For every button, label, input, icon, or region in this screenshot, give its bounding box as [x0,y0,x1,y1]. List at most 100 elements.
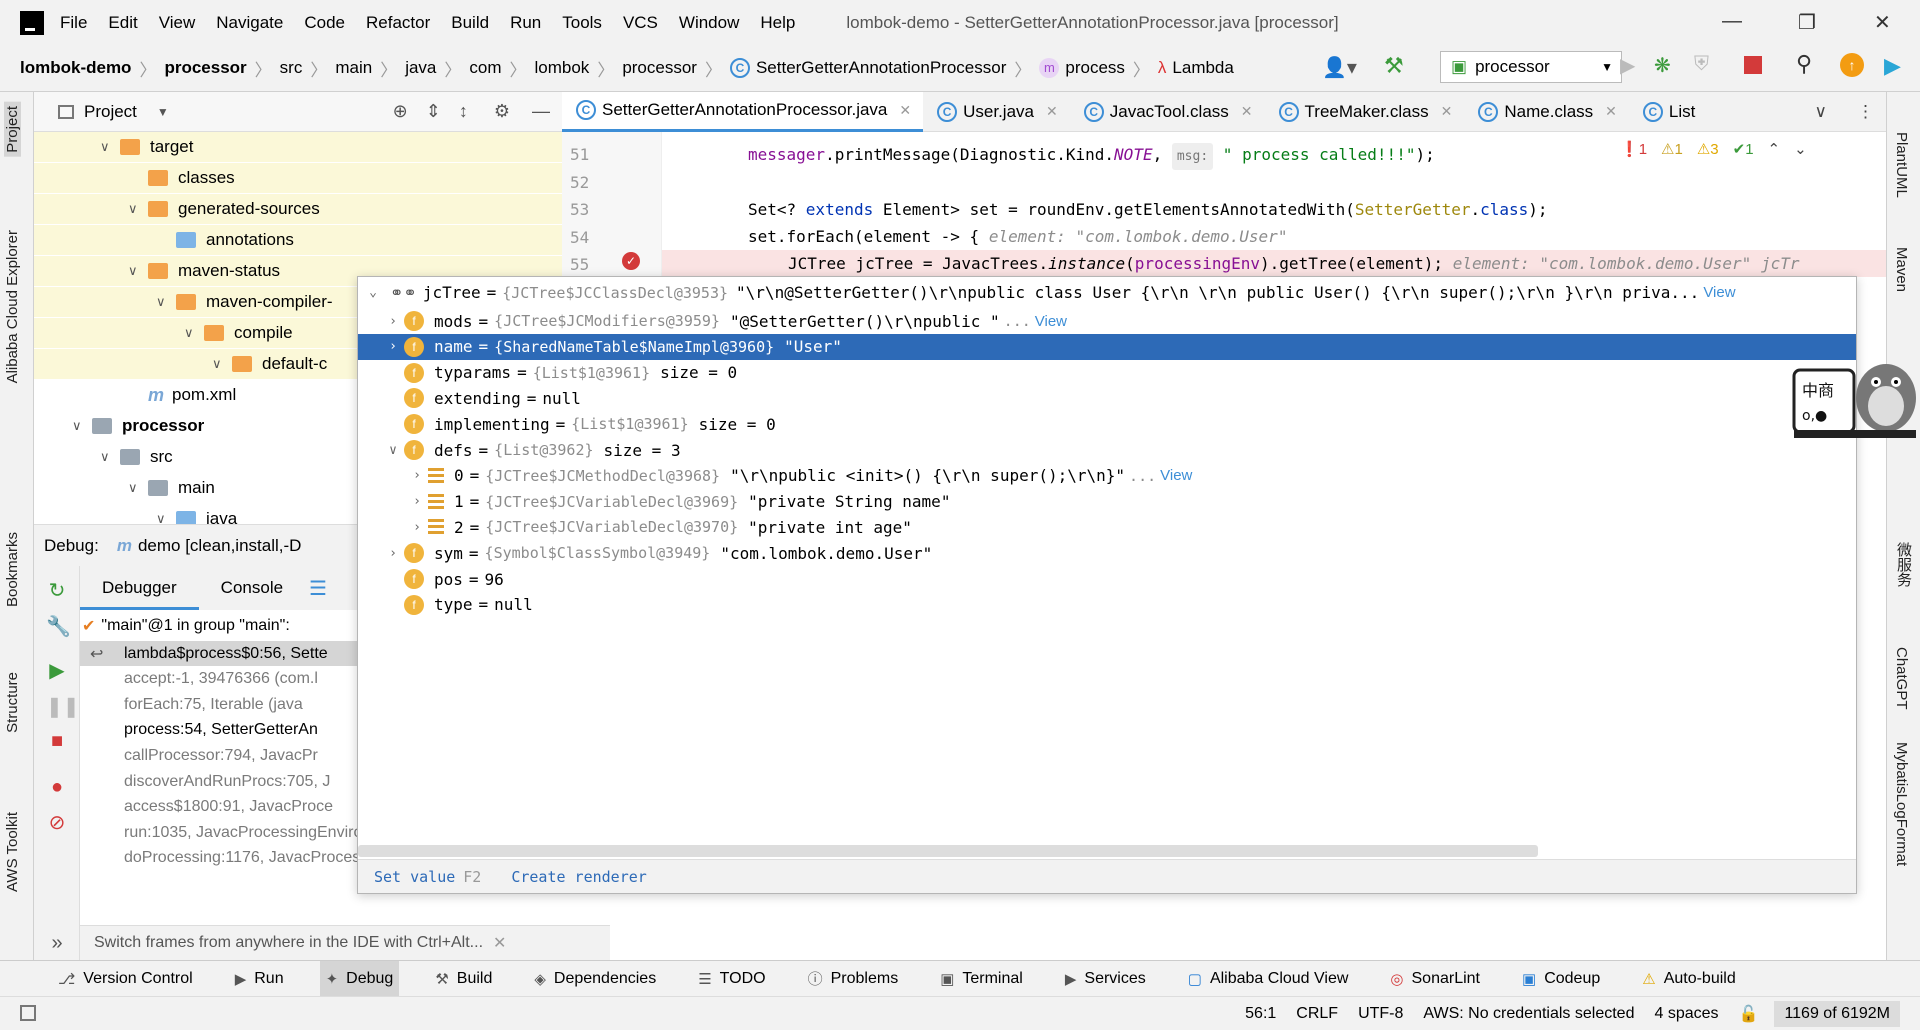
close-icon[interactable]: ✕ [493,933,506,953]
chevron-down-icon[interactable]: ▼ [157,105,169,119]
chevron-down-icon[interactable]: ∨ [100,449,120,465]
breadcrumb-src[interactable]: src [280,58,303,78]
close-tab-icon[interactable]: ✕ [1046,103,1058,120]
tab-debugger[interactable]: Debugger [80,566,199,610]
tree-item[interactable]: ∨ target [34,132,562,162]
toolwindow-codeup[interactable]: ▣ Codeup [1516,961,1606,997]
toolwindow-dependencies[interactable]: ◈ Dependencies [528,961,662,997]
menu-build[interactable]: Build [451,13,489,33]
coverage-icon[interactable]: ⛨ [1694,53,1709,76]
tree-item[interactable]: ∨ generated-sources [34,194,562,224]
collapse-all-icon[interactable]: ↕ [459,101,468,122]
chevron-right-icon[interactable]: › [406,468,428,483]
variable-row[interactable]: f type = null [358,592,1856,618]
chevron-right-icon[interactable]: › [382,546,404,561]
view-breakpoints-icon[interactable]: ● [46,776,68,798]
variable-row[interactable]: f extending = null [358,385,1856,411]
breadcrumb-processor[interactable]: processor [622,58,697,78]
more-icon[interactable]: » [46,932,68,954]
variable-row[interactable]: f pos = 96 [358,566,1856,592]
debug-config-tab[interactable]: demo [clean,install,-D [138,536,301,556]
toolwindow-run[interactable]: ▶ Run [229,961,290,997]
chevron-down-icon[interactable]: ⌄ [362,285,384,300]
variable-row[interactable]: › 1 = {JCTree$JCVariableDecl@3969} "private … [358,489,1856,515]
tab-structure[interactable]: Structure [4,672,21,733]
chevron-down-icon[interactable]: ∨ [72,418,92,434]
pause-icon[interactable]: ❚❚ [46,696,80,718]
tab-aws-toolkit[interactable]: AWS Toolkit [4,812,21,892]
toolwindow-debug[interactable]: ✦ Debug [319,960,400,997]
expand-all-icon[interactable]: ⇕ [426,101,441,122]
toolwindow-todo[interactable]: ☰ TODO [692,961,771,997]
update-icon[interactable]: ↑ [1840,53,1864,77]
editor-tab[interactable]: C TreeMaker.class ✕ [1265,92,1465,132]
menu-tools[interactable]: Tools [562,13,602,33]
breadcrumb-com[interactable]: com [469,58,501,78]
run-icon[interactable]: ▶ [1620,53,1635,78]
build-hammer-icon[interactable]: ⚒ [1384,53,1404,79]
view-link[interactable]: View [1703,284,1735,301]
close-tab-icon[interactable]: ✕ [899,102,911,119]
close-tab-icon[interactable]: ✕ [1605,103,1617,120]
tab-bookmarks[interactable]: Bookmarks [4,532,21,607]
view-link[interactable]: View [1035,313,1067,330]
variable-row[interactable]: ∨ f defs = {List@3962} size = 3 [358,437,1856,463]
more-menu-icon[interactable]: ⋮ [1857,102,1874,122]
close-tab-icon[interactable]: ✕ [1241,103,1253,120]
chevron-down-icon[interactable]: ∨ [100,139,120,155]
project-title[interactable]: Project [84,102,137,122]
memory-indicator[interactable]: 1169 of 6192M [1774,1000,1900,1027]
breadcrumb-method[interactable]: process [1065,58,1125,78]
settings-wrench-icon[interactable]: 🔧 [46,616,71,638]
variable-row[interactable]: f implementing = {List$1@3961} size = 0 [358,411,1856,437]
chevron-down-icon[interactable]: ∨ [128,201,148,217]
line-separator[interactable]: CRLF [1296,1005,1338,1023]
search-icon[interactable]: ⚲ [1796,51,1812,77]
editor-tab[interactable]: C User.java ✕ [923,92,1070,132]
chevron-right-icon[interactable]: › [406,494,428,509]
chevron-right-icon[interactable]: › [382,314,404,329]
tab-alibaba-cloud-explorer[interactable]: Alibaba Cloud Explorer [4,230,21,383]
menu-vcs[interactable]: VCS [623,13,658,33]
toolwindow-build[interactable]: ⚒ Build [429,961,498,997]
editor-tab[interactable]: C List [1629,92,1707,132]
menu-window[interactable]: Window [679,13,739,33]
layout-menu-icon[interactable]: ☰ [309,576,327,601]
chevron-up-icon[interactable]: ⌃ [1768,140,1781,158]
variable-row[interactable]: › f name = {SharedNameTable$NameImpl@3960} "U… [358,333,1856,360]
chevron-down-icon[interactable]: ⌄ [1794,140,1807,158]
chevron-down-icon[interactable]: ∨ [156,511,176,524]
breadcrumb-java[interactable]: java [405,58,436,78]
stop-icon[interactable]: ■ [46,730,68,752]
mute-breakpoints-icon[interactable]: ⊘ [46,812,68,834]
create-renderer-link[interactable]: Create renderer [511,868,646,886]
run-config-select[interactable]: ▣ processor ▼ [1440,51,1622,83]
toolwindow-auto-build[interactable]: ⚠ Auto-build [1636,961,1742,997]
breadcrumb-module[interactable]: processor [164,58,246,78]
editor-tab[interactable]: C SetterGetterAnnotationProcessor.java ✕ [562,91,924,132]
chevron-down-icon[interactable]: ∨ [156,294,176,310]
menu-refactor[interactable]: Refactor [366,13,430,33]
plugin-icon[interactable]: ▶ [1884,53,1901,79]
chevron-down-icon[interactable]: ∨ [128,263,148,279]
tab-plantuml[interactable]: PlantUML [1893,132,1910,198]
tab-maven[interactable]: Maven [1893,247,1910,292]
aws-credentials[interactable]: AWS: No credentials selected [1423,1005,1634,1023]
breadcrumb-class[interactable]: SetterGetterAnnotationProcessor [756,58,1006,78]
rerun-icon[interactable]: ↻ [46,580,68,602]
file-encoding[interactable]: UTF-8 [1358,1005,1403,1023]
tab-chatgpt[interactable]: ChatGPT [1893,647,1910,710]
toolwindow-terminal[interactable]: ▣ Terminal [934,961,1029,997]
variable-row[interactable]: f typarams = {List$1@3961} size = 0 [358,360,1856,386]
menu-file[interactable]: File [60,13,87,33]
close-tab-icon[interactable]: ✕ [1441,103,1453,120]
caret-position[interactable]: 56:1 [1245,1005,1276,1023]
variable-row[interactable]: › f sym = {Symbol$ClassSymbol@3949} "com.lomb… [358,540,1856,566]
breadcrumb-lombok[interactable]: lombok [535,58,590,78]
stop-icon[interactable] [1744,56,1762,74]
tree-item[interactable]: annotations [34,225,562,255]
indent-setting[interactable]: 4 spaces [1654,1005,1718,1023]
resume-icon[interactable]: ▶ [46,660,68,682]
gear-icon[interactable]: ⚙ [494,101,510,122]
toolwindow-version-control[interactable]: ⎇ Version Control [52,961,199,997]
